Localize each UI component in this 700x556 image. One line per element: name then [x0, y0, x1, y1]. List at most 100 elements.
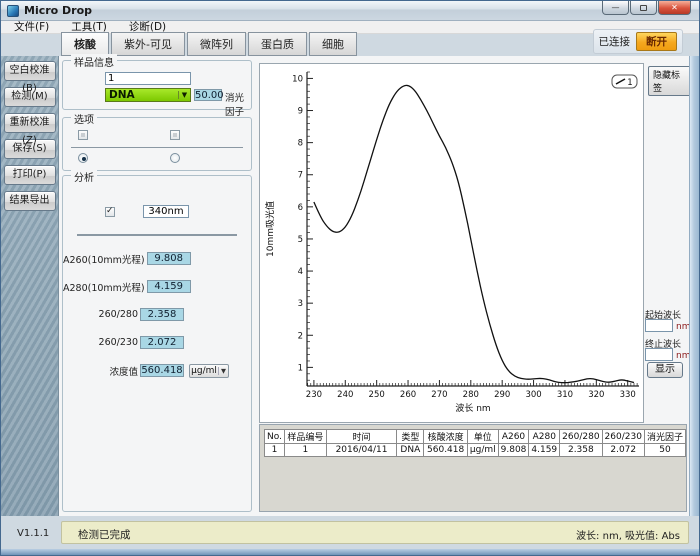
unit-slot-empty [189, 336, 229, 350]
unit-select-slot: µg/ml▼ [189, 364, 229, 378]
content-area: 样品信息 DNA ▼ 50.00 消光因子 选项 分析 [59, 56, 691, 516]
sample-id-input[interactable] [105, 72, 191, 85]
table-header-cell: No. [265, 430, 285, 444]
sidebar-button-recalibrate[interactable]: 重新校准(Z) [4, 113, 56, 133]
analysis-rows: A260(10mm光程)9.808A280(10mm光程)4.159260/28… [63, 252, 251, 392]
sidebar-button-measure[interactable]: 检测(M) [4, 87, 56, 107]
analysis-row-value: 4.159 [147, 280, 191, 293]
options-title: 选项 [71, 111, 97, 126]
svg-text:280: 280 [463, 390, 479, 400]
tab-protein[interactable]: 蛋白质 [248, 32, 307, 56]
results-table-panel: No.样品编号时间类型核酸浓度单位A260A280260/280260/230消… [259, 424, 687, 512]
sidebar-button-export-results[interactable]: 结果导出 [4, 191, 56, 211]
spectrum-chart[interactable]: 2302402502602702802903003103203301234567… [259, 63, 644, 423]
table-header-cell: 样品编号 [284, 430, 326, 444]
status-strip: 检测已完成 波长: nm, 吸光值: Abs [61, 521, 689, 544]
svg-text:300: 300 [525, 390, 541, 400]
start-wavelength-input[interactable] [645, 319, 673, 332]
spectrum-plot: 2302402502602702802903003103203301234567… [260, 64, 643, 422]
analysis-row: 浓度值560.418 µg/ml▼ [63, 364, 251, 377]
version-label: V1.1.1 [17, 528, 49, 539]
option-radio-1[interactable] [78, 153, 88, 163]
window-frame-right [689, 56, 699, 516]
analysis-row-value: 2.072 [140, 336, 184, 349]
sample-type-value: DNA [106, 89, 178, 101]
svg-text:7: 7 [298, 171, 303, 181]
options-group: 选项 [62, 117, 252, 171]
tab-microarray[interactable]: 微阵列 [187, 32, 246, 56]
disconnect-button[interactable]: 断开 [636, 32, 677, 51]
tab-nucleic-acid[interactable]: 核酸 [61, 32, 109, 56]
end-wavelength-input[interactable] [645, 348, 673, 361]
menu-item-file[interactable]: 文件(F) [5, 21, 58, 33]
svg-text:320: 320 [588, 390, 604, 400]
options-divider [71, 147, 243, 148]
svg-text:波长 nm: 波长 nm [455, 402, 490, 414]
analysis-group: 分析 A260(10mm光程)9.808A280(10mm光程)4.159260… [62, 175, 252, 512]
maximize-icon [640, 5, 647, 11]
table-cell: µg/ml [467, 444, 498, 457]
wavelength-input[interactable] [143, 205, 189, 218]
status-bar: V1.1.1 检测已完成 波长: nm, 吸光值: Abs [1, 516, 699, 549]
show-button[interactable]: 显示 [647, 362, 683, 378]
option-checkbox-2[interactable] [170, 130, 180, 140]
table-row[interactable]: 112016/04/11DNA560.418µg/ml9.8084.1592.3… [265, 444, 686, 457]
unit-slot-empty [196, 252, 236, 266]
concentration-unit-select[interactable]: µg/ml▼ [189, 364, 229, 378]
svg-text:1: 1 [298, 363, 303, 373]
svg-text:5: 5 [298, 235, 303, 245]
sample-type-select[interactable]: DNA ▼ [105, 88, 191, 102]
window-controls: — ✕ [601, 1, 691, 15]
app-icon [7, 5, 19, 17]
analysis-row: 260/2302.072 [63, 336, 251, 349]
option-checkbox-1[interactable] [78, 130, 88, 140]
close-button[interactable]: ✕ [658, 1, 691, 15]
status-message: 检测已完成 [78, 527, 131, 542]
analysis-row: A260(10mm光程)9.808 [63, 252, 251, 265]
tab-strip-row: 核酸紫外-可见微阵列蛋白质细胞 已连接 断开 [1, 34, 699, 56]
sample-info-title: 样品信息 [71, 54, 117, 69]
connection-status: 已连接 [599, 34, 631, 49]
table-header-row: No.样品编号时间类型核酸浓度单位A260A280260/280260/230消… [265, 430, 686, 444]
table-cell: 50 [644, 444, 685, 457]
wavelength-checkbox[interactable] [105, 207, 115, 217]
tab-uv-vis[interactable]: 紫外-可见 [111, 32, 185, 56]
main-body: 空白校准(B) 检测(M) 重新校准(Z) 保存(S) 打印(P) 结果导出 样品信息 D… [1, 56, 699, 516]
svg-text:230: 230 [306, 390, 322, 400]
minimize-button[interactable]: — [602, 1, 629, 15]
analysis-divider [77, 234, 237, 236]
svg-text:9: 9 [298, 107, 303, 117]
tab-cell[interactable]: 细胞 [309, 32, 357, 56]
unit-slot-empty [196, 280, 236, 294]
svg-text:6: 6 [298, 203, 303, 213]
table-cell: 560.418 [424, 444, 467, 457]
svg-text:1: 1 [627, 78, 632, 88]
table-cell: 9.808 [498, 444, 529, 457]
table-header-cell: 单位 [467, 430, 498, 444]
window-title: Micro Drop [24, 4, 92, 17]
spectrum-curve [314, 85, 634, 382]
chevron-down-icon: ▼ [218, 367, 228, 375]
option-radio-2[interactable] [170, 153, 180, 163]
sidebar-button-blank-calibration[interactable]: 空白校准(B) [4, 61, 56, 81]
analysis-row-value: 560.418 [140, 364, 184, 377]
sidebar-button-print[interactable]: 打印(P) [4, 165, 56, 185]
analysis-row-label: 浓度值 [63, 364, 140, 378]
chart-legend[interactable]: 1 [612, 75, 637, 88]
table-header-cell: 260/230 [602, 430, 644, 444]
svg-text:4: 4 [298, 267, 303, 277]
hide-labels-button[interactable]: 隐藏标签 [648, 66, 691, 96]
table-cell: 1 [265, 444, 285, 457]
status-readout: 波长: nm, 吸光值: Abs [576, 527, 680, 542]
svg-text:3: 3 [298, 299, 303, 309]
title-bar: Micro Drop — ✕ [1, 1, 699, 21]
maximize-button[interactable] [630, 1, 657, 15]
analysis-title: 分析 [71, 169, 97, 184]
table-cell: 2.358 [560, 444, 602, 457]
connection-panel: 已连接 断开 [593, 29, 684, 54]
analysis-row: 260/2802.358 [63, 308, 251, 321]
svg-text:8: 8 [298, 139, 303, 149]
results-table-head: No.样品编号时间类型核酸浓度单位A260A280260/280260/230消… [265, 430, 686, 444]
sidebar-button-save[interactable]: 保存(S) [4, 139, 56, 159]
chevron-down-icon: ▼ [178, 91, 190, 99]
